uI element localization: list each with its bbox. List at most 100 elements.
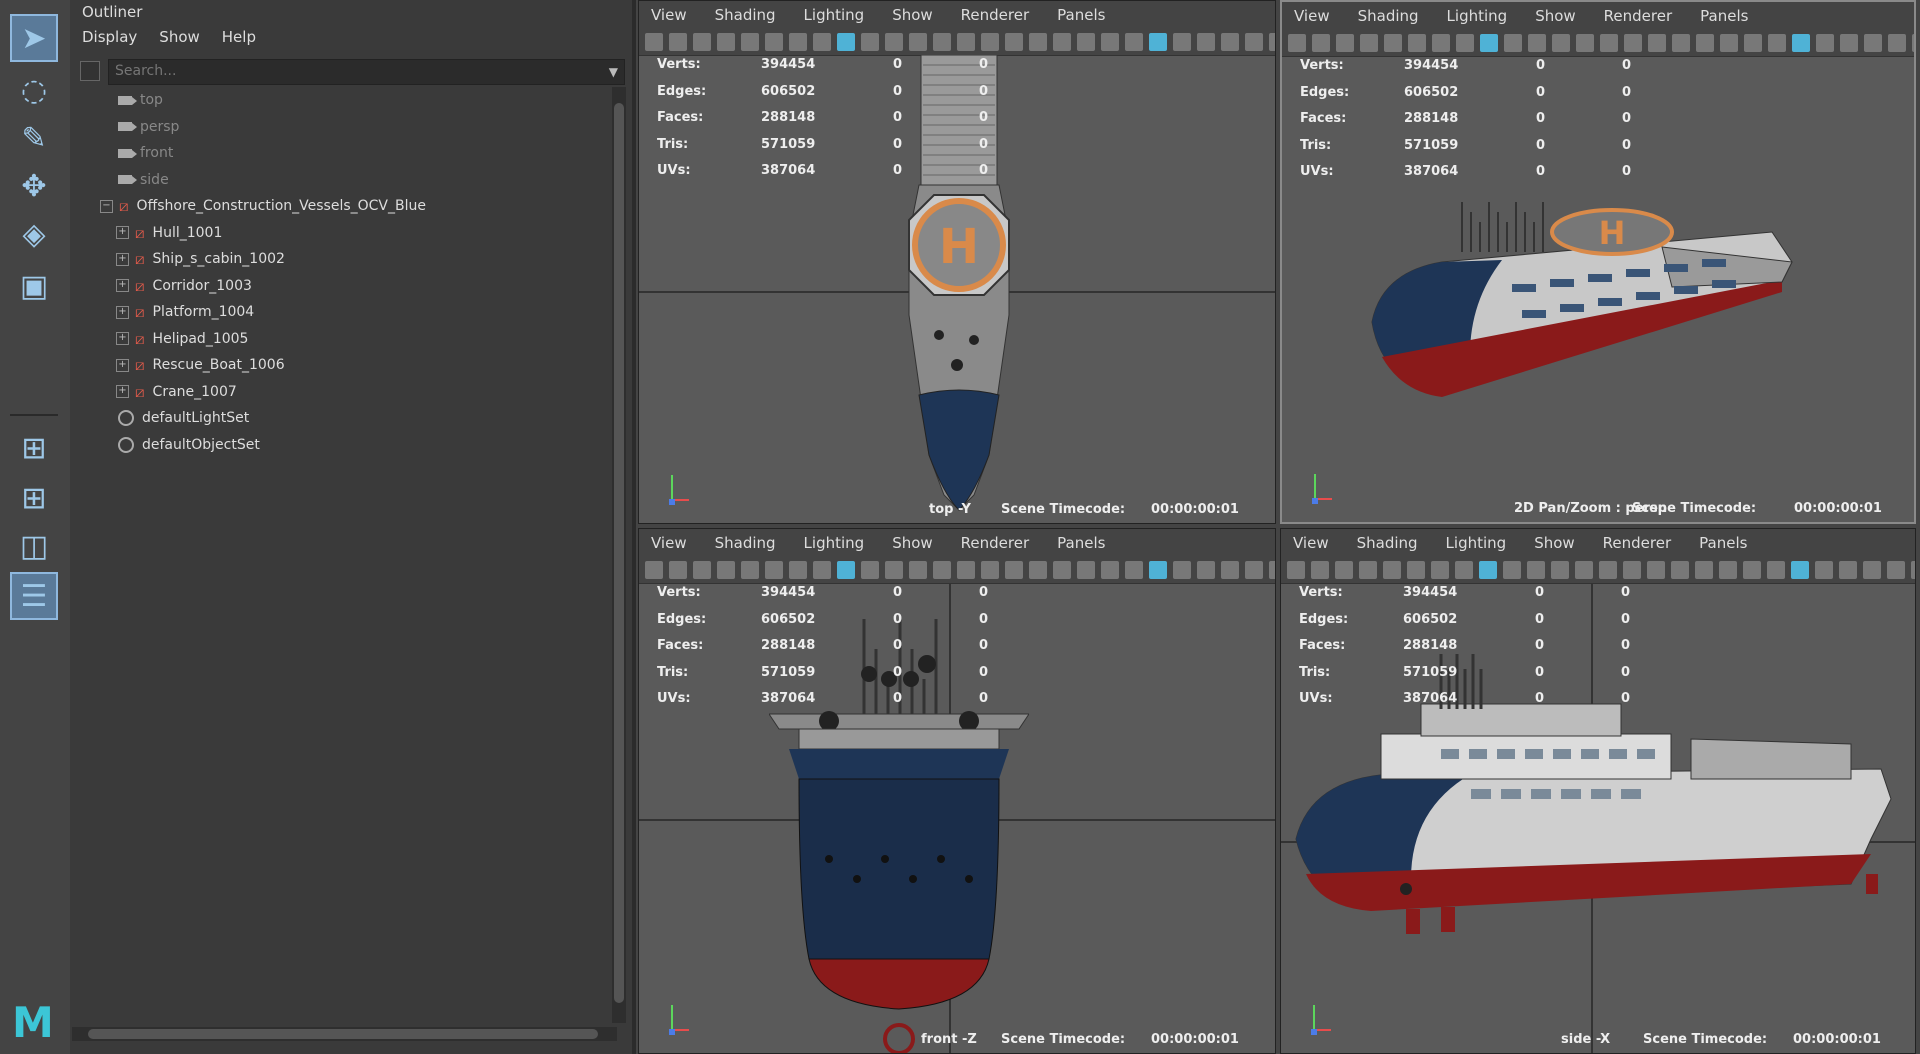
toolbar-button-icon[interactable]	[1743, 561, 1761, 579]
toolbar-button-icon[interactable]	[1527, 561, 1545, 579]
toolbar-button-icon[interactable]	[1503, 561, 1521, 579]
search-input[interactable]	[109, 60, 601, 82]
expand-icon[interactable]: +	[116, 252, 129, 266]
menu-panels[interactable]: Panels	[1057, 534, 1105, 552]
expand-icon[interactable]: +	[116, 358, 129, 372]
menu-help[interactable]: Help	[222, 28, 256, 46]
paint-select-tool-icon[interactable]: ✎	[10, 114, 58, 162]
toolbar-button-icon[interactable]	[909, 33, 927, 51]
tree-item-front[interactable]: front	[118, 140, 173, 166]
tree-item-cabin[interactable]: + ⧄ Ship_s_cabin_1002	[116, 246, 285, 272]
four-view-layout-icon[interactable]: ⊞	[10, 474, 58, 522]
toolbar-button-icon[interactable]	[1311, 561, 1329, 579]
toolbar-button-icon[interactable]	[1456, 34, 1474, 52]
horizontal-scrollbar[interactable]	[72, 1027, 617, 1041]
outliner-layout-icon[interactable]: ☰	[10, 572, 58, 620]
toolbar-button-icon[interactable]	[1432, 34, 1450, 52]
search-options-icon[interactable]	[80, 61, 100, 81]
menu-shading[interactable]: Shading	[715, 6, 776, 24]
two-view-layout-icon[interactable]: ◫	[10, 522, 58, 570]
collapse-icon[interactable]: −	[100, 199, 113, 213]
scrollbar-thumb[interactable]	[88, 1029, 598, 1039]
toolbar-button-icon[interactable]	[1407, 561, 1425, 579]
menu-shading[interactable]: Shading	[1357, 534, 1418, 552]
toolbar-button-icon[interactable]	[1029, 561, 1047, 579]
tree-item-hull[interactable]: + ⧄ Hull_1001	[116, 220, 222, 246]
toolbar-button-icon[interactable]	[1887, 561, 1905, 579]
toolbar-button-icon[interactable]	[1101, 561, 1119, 579]
toolbar-button-icon[interactable]	[1719, 561, 1737, 579]
toolbar-button-icon[interactable]	[1695, 561, 1713, 579]
toolbar-button-icon[interactable]	[693, 561, 711, 579]
menu-panels[interactable]: Panels	[1700, 7, 1748, 25]
toolbar-button-icon[interactable]	[1408, 34, 1426, 52]
toolbar-button-icon[interactable]	[1551, 561, 1569, 579]
toolbar-button-icon[interactable]	[765, 561, 783, 579]
toolbar-button-icon[interactable]	[1005, 561, 1023, 579]
toolbar-button-icon[interactable]	[741, 33, 759, 51]
toolbar-button-icon[interactable]	[1839, 561, 1857, 579]
tree-item-rescue-boat[interactable]: + ⧄ Rescue_Boat_1006	[116, 352, 285, 378]
toolbar-button-icon[interactable]	[1077, 561, 1095, 579]
menu-view[interactable]: View	[1294, 7, 1330, 25]
toolbar-button-icon[interactable]	[1576, 34, 1594, 52]
viewport-front[interactable]: View Shading Lighting Show Renderer Panels Ver…	[638, 528, 1276, 1054]
toolbar-button-icon[interactable]	[1552, 34, 1570, 52]
chevron-down-icon[interactable]: ▼	[609, 65, 618, 79]
toolbar-button-icon[interactable]	[1767, 561, 1785, 579]
toolbar-button-icon[interactable]	[1245, 561, 1263, 579]
tree-item-persp[interactable]: persp	[118, 114, 179, 140]
menu-view[interactable]: View	[1293, 534, 1329, 552]
toolbar-button-icon[interactable]	[1912, 34, 1914, 52]
toolbar-button-icon[interactable]	[885, 33, 903, 51]
move-tool-icon[interactable]: ✥	[10, 162, 58, 210]
toolbar-button-icon[interactable]	[1245, 33, 1263, 51]
toolbar-button-icon[interactable]	[1888, 34, 1906, 52]
toolbar-button-icon[interactable]	[789, 33, 807, 51]
tree-item-corridor[interactable]: + ⧄ Corridor_1003	[116, 273, 252, 299]
menu-show[interactable]: Show	[892, 534, 932, 552]
menu-show[interactable]: Show	[1535, 7, 1575, 25]
toolbar-button-icon[interactable]	[1672, 34, 1690, 52]
toolbar-button-icon[interactable]	[813, 561, 831, 579]
vertical-scrollbar[interactable]	[612, 87, 626, 1023]
toolbar-button-icon[interactable]	[1647, 561, 1665, 579]
toolbar-button-icon[interactable]	[1504, 34, 1522, 52]
toolbar-button-icon[interactable]	[693, 33, 711, 51]
expand-icon[interactable]: +	[116, 279, 129, 292]
tree-item-platform[interactable]: + ⧄ Platform_1004	[116, 299, 254, 325]
toolbar-button-icon[interactable]	[1125, 33, 1143, 51]
viewport-side[interactable]: View Shading Lighting Show Renderer Panels Ver…	[1280, 528, 1916, 1054]
toolbar-button-icon[interactable]	[1816, 34, 1834, 52]
menu-renderer[interactable]: Renderer	[961, 534, 1029, 552]
toolbar-button-icon[interactable]	[1077, 33, 1095, 51]
toolbar-button-icon[interactable]	[717, 561, 735, 579]
select-tool-icon[interactable]: ➤	[10, 14, 58, 62]
toolbar-button-icon[interactable]	[669, 561, 687, 579]
toolbar-button-icon[interactable]	[1623, 561, 1641, 579]
expand-icon[interactable]: +	[116, 332, 129, 345]
toolbar-button-icon[interactable]	[1125, 561, 1143, 579]
toolbar-button-icon[interactable]	[813, 33, 831, 51]
toolbar-button-icon[interactable]	[1149, 561, 1167, 579]
tree-item-objectset[interactable]: defaultObjectSet	[118, 432, 260, 458]
toolbar-button-icon[interactable]	[1269, 33, 1275, 51]
toolbar-button-icon[interactable]	[837, 33, 855, 51]
toolbar-button-icon[interactable]	[1863, 561, 1881, 579]
menu-show[interactable]: Show	[1534, 534, 1574, 552]
toolbar-button-icon[interactable]	[1173, 561, 1191, 579]
toolbar-button-icon[interactable]	[861, 561, 879, 579]
toolbar-button-icon[interactable]	[1575, 561, 1593, 579]
toolbar-button-icon[interactable]	[765, 33, 783, 51]
toolbar-button-icon[interactable]	[1479, 561, 1497, 579]
toolbar-button-icon[interactable]	[1288, 34, 1306, 52]
toolbar-button-icon[interactable]	[789, 561, 807, 579]
expand-icon[interactable]: +	[116, 305, 129, 319]
toolbar-button-icon[interactable]	[1335, 561, 1353, 579]
scale-tool-icon[interactable]: ▣	[10, 262, 58, 310]
menu-lighting[interactable]: Lighting	[1447, 7, 1508, 25]
menu-lighting[interactable]: Lighting	[1446, 534, 1507, 552]
toolbar-button-icon[interactable]	[837, 561, 855, 579]
tree-item-group[interactable]: − ⧄ Offshore_Construction_Vessels_OCV_Blue	[100, 193, 426, 219]
toolbar-button-icon[interactable]	[1431, 561, 1449, 579]
